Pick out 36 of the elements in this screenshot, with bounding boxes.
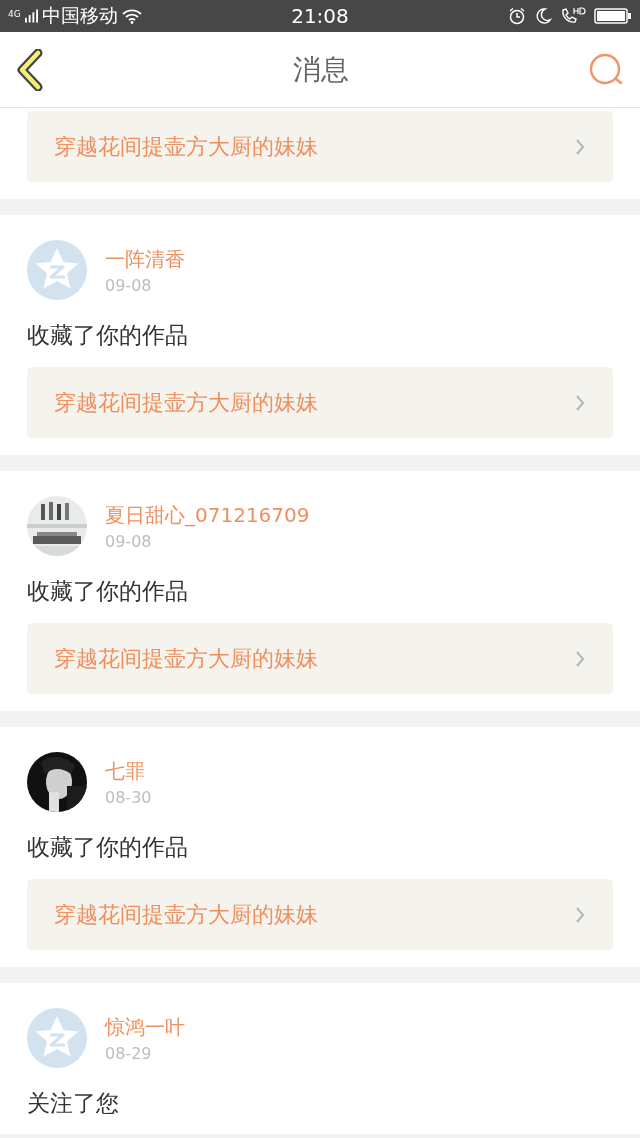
user-name[interactable]: 七罪 — [105, 758, 152, 784]
message-date: 08-30 — [105, 787, 152, 809]
work-link[interactable]: 穿越花间提壶方大厨的妹妹 — [27, 623, 613, 694]
chevron-right-icon — [575, 393, 585, 412]
message-text: 收藏了你的作品 — [27, 578, 189, 605]
moon-icon — [534, 7, 552, 25]
carrier-name: 中国移动 — [41, 3, 118, 28]
user-name[interactable]: 惊鸿一叶 — [105, 1014, 185, 1040]
work-title: 穿越花间提壶方大厨的妹妹 — [54, 644, 318, 673]
user-name[interactable]: 一阵清香 — [105, 246, 185, 272]
avatar-icon — [27, 240, 87, 300]
clock-time: 21:08 — [291, 4, 349, 28]
signal-icon — [24, 9, 38, 23]
chevron-right-icon — [575, 649, 585, 668]
message-date: 09-08 — [105, 531, 153, 553]
work-title: 穿越花间提壶方大厨的妹妹 — [54, 900, 318, 929]
work-link[interactable]: 穿越花间提壶方大厨的妹妹 — [27, 879, 613, 950]
message-date: 08-29 — [105, 1043, 153, 1065]
wifi-icon — [121, 8, 142, 24]
page-title: 消息 — [293, 51, 349, 88]
user-name[interactable]: 夏日甜心_071216709 — [105, 502, 310, 528]
chevron-right-icon — [575, 905, 585, 924]
message-text: 收藏了你的作品 — [27, 834, 189, 861]
work-link[interactable]: 穿越花间提壶方大厨的妹妹 — [27, 111, 613, 182]
chevron-right-icon — [575, 137, 585, 156]
work-title: 穿越花间提壶方大厨的妹妹 — [54, 388, 318, 417]
alarm-icon — [508, 7, 526, 25]
message-text: 关注了您 — [27, 1090, 120, 1117]
work-title: 穿越花间提壶方大厨的妹妹 — [54, 132, 318, 161]
network-type: 4G — [8, 9, 21, 19]
message-date: 09-08 — [105, 275, 153, 297]
battery-icon — [594, 7, 632, 25]
work-link[interactable]: 穿越花间提壶方大厨的妹妹 — [27, 367, 613, 438]
avatar-icon — [27, 1008, 87, 1068]
message-text: 收藏了你的作品 — [27, 322, 189, 349]
phone-hd-icon — [560, 7, 586, 25]
